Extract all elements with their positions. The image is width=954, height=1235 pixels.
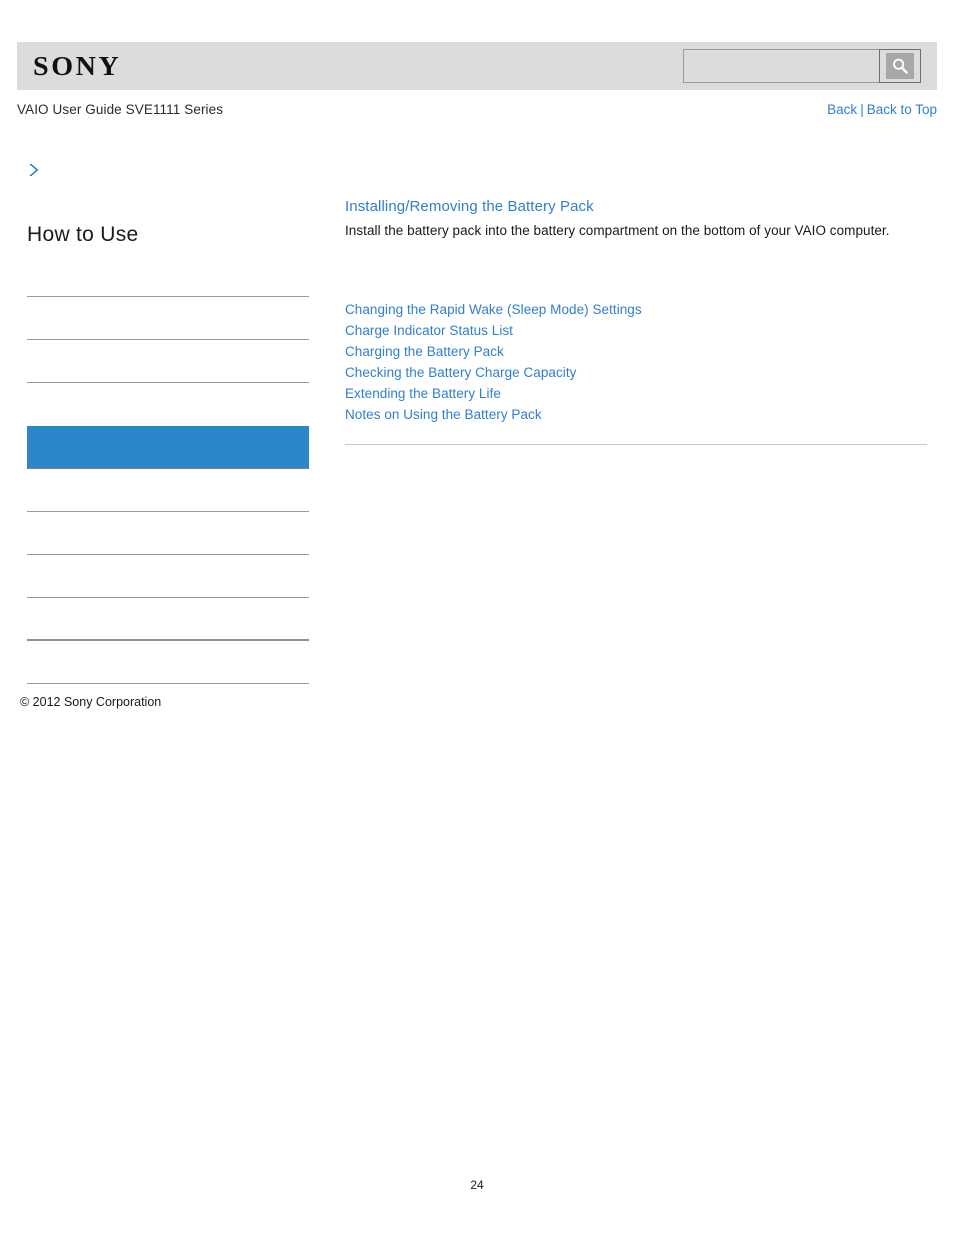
sidebar-item-2[interactable] xyxy=(27,340,309,383)
page-title: How to Use xyxy=(27,223,139,246)
related-link-4[interactable]: Extending the Battery Life xyxy=(345,386,501,401)
list-item: Checking the Battery Charge Capacity xyxy=(345,364,927,385)
sidebar-item-8[interactable] xyxy=(27,598,309,641)
topic-description: Install the battery pack into the batter… xyxy=(345,223,890,238)
main-content: Installing/Removing the Battery Pack Ins… xyxy=(345,198,927,445)
sidebar-item-0[interactable] xyxy=(27,251,309,297)
nav-separator: | xyxy=(860,102,864,117)
topic-title-link[interactable]: Installing/Removing the Battery Pack xyxy=(345,198,927,215)
site-header: SONY xyxy=(17,42,937,90)
search-area xyxy=(683,49,921,83)
back-to-top-link[interactable]: Back to Top xyxy=(867,102,937,117)
chevron-right-icon[interactable] xyxy=(25,160,47,182)
sidebar-item-9[interactable] xyxy=(27,641,309,684)
sony-logo: SONY xyxy=(33,50,122,81)
sidebar-nav xyxy=(27,251,309,684)
related-topics-list: Changing the Rapid Wake (Sleep Mode) Set… xyxy=(345,301,927,427)
sidebar-item-3[interactable] xyxy=(27,383,309,426)
related-link-1[interactable]: Charge Indicator Status List xyxy=(345,323,513,338)
list-item: Charging the Battery Pack xyxy=(345,343,927,364)
back-link[interactable]: Back xyxy=(827,102,857,117)
search-button[interactable] xyxy=(879,49,921,83)
list-item: Changing the Rapid Wake (Sleep Mode) Set… xyxy=(345,301,927,322)
list-item: Notes on Using the Battery Pack xyxy=(345,406,927,427)
related-link-3[interactable]: Checking the Battery Charge Capacity xyxy=(345,365,576,380)
sidebar-item-5[interactable] xyxy=(27,469,309,512)
sidebar-item-4-selected[interactable] xyxy=(27,426,309,469)
content-divider xyxy=(345,444,927,445)
related-link-5[interactable]: Notes on Using the Battery Pack xyxy=(345,407,542,422)
related-link-0[interactable]: Changing the Rapid Wake (Sleep Mode) Set… xyxy=(345,302,642,317)
list-item: Charge Indicator Status List xyxy=(345,322,927,343)
sidebar-item-7[interactable] xyxy=(27,555,309,598)
list-item: Extending the Battery Life xyxy=(345,385,927,406)
guide-title: VAIO User Guide SVE1111 Series xyxy=(17,102,224,117)
related-link-2[interactable]: Charging the Battery Pack xyxy=(345,344,504,359)
page-number: 24 xyxy=(470,1178,484,1192)
copyright-text: © 2012 Sony Corporation xyxy=(20,695,162,709)
search-input[interactable] xyxy=(683,49,879,83)
sidebar-item-6[interactable] xyxy=(27,512,309,555)
search-icon xyxy=(886,53,914,79)
document-page: SONY VAIO User Guide SVE1111 Series Back… xyxy=(0,0,954,1235)
sidebar-item-1[interactable] xyxy=(27,297,309,340)
header-nav: Back | Back to Top xyxy=(827,102,937,117)
